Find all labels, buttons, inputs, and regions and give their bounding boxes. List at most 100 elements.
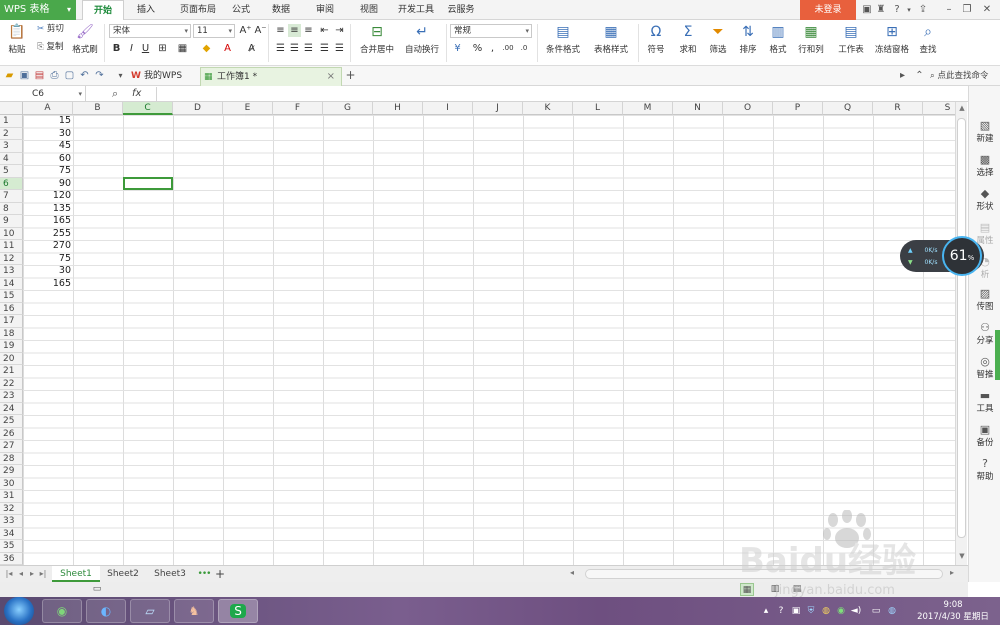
- spreadsheet-grid[interactable]: A B C D E F G H I J K L M N O P Q R S 1 2 3 4 5 6 7 8 9 10 11 12 13 14 15…: [0, 102, 955, 565]
- cell-a7[interactable]: 120: [23, 190, 73, 203]
- save-icon[interactable]: ▣: [18, 69, 31, 82]
- cell-a11[interactable]: 270: [23, 240, 73, 253]
- row-header-2[interactable]: 2: [0, 127, 23, 140]
- row-header-3[interactable]: 3: [0, 140, 23, 153]
- sum-button[interactable]: Σ 求和: [674, 23, 702, 55]
- row-header-9[interactable]: 9: [0, 215, 23, 228]
- cell-a13[interactable]: 30: [23, 265, 73, 278]
- chevron-down-icon[interactable]: ▾: [902, 3, 916, 17]
- export-pdf-icon[interactable]: ▤: [33, 69, 46, 82]
- merge-center-button[interactable]: ⊟ 合并居中: [355, 23, 399, 55]
- row-header-24[interactable]: 24: [0, 402, 23, 415]
- tray-shield-icon[interactable]: ⛨: [805, 605, 817, 617]
- justify-icon[interactable]: ☰: [318, 42, 331, 55]
- row-header-6[interactable]: 6: [0, 177, 23, 190]
- cell-a2[interactable]: 30: [23, 128, 73, 141]
- decrease-font-icon[interactable]: A⁻: [254, 24, 267, 37]
- app-menu-button[interactable]: WPS 表格 ▾: [0, 0, 76, 20]
- select-all-corner[interactable]: [0, 102, 23, 115]
- percent-button[interactable]: %: [471, 42, 484, 55]
- symbol-button[interactable]: Ω 符号: [642, 23, 670, 55]
- column-header-f[interactable]: F: [273, 102, 323, 115]
- add-sheet-button[interactable]: +: [213, 566, 227, 582]
- align-center-icon[interactable]: ☰: [288, 42, 301, 55]
- row-header-36[interactable]: 36: [0, 552, 23, 565]
- align-right-icon[interactable]: ☰: [302, 42, 315, 55]
- row-header-1[interactable]: 1: [0, 115, 23, 128]
- start-button[interactable]: [4, 597, 34, 625]
- tab-page-layout[interactable]: 页面布局: [172, 0, 224, 20]
- redo-icon[interactable]: ↷: [93, 69, 106, 82]
- underline-button[interactable]: U: [139, 42, 152, 55]
- column-header-a[interactable]: A: [23, 102, 73, 115]
- find-button[interactable]: ⌕ 查找: [914, 23, 942, 55]
- fill-color-icon[interactable]: ◆: [200, 42, 213, 55]
- column-header-p[interactable]: P: [773, 102, 823, 115]
- column-header-k[interactable]: K: [523, 102, 573, 115]
- tab-review[interactable]: 审阅: [310, 0, 340, 20]
- copy-button[interactable]: ⎘ 复制: [37, 40, 64, 54]
- cell-a14[interactable]: 165: [23, 278, 73, 291]
- cell-a1[interactable]: 15: [23, 115, 73, 128]
- tray-360-icon[interactable]: ◉: [835, 605, 847, 617]
- cell-a12[interactable]: 75: [23, 253, 73, 266]
- undo-icon[interactable]: ↶: [78, 69, 91, 82]
- row-header-5[interactable]: 5: [0, 165, 23, 178]
- table-style-button[interactable]: ▦ 表格样式: [588, 23, 634, 55]
- freeze-panes-button[interactable]: ⊞ 冻结窗格: [872, 23, 912, 55]
- login-button[interactable]: 未登录: [800, 0, 856, 20]
- next-sheet-icon[interactable]: ▸: [27, 568, 37, 580]
- row-header-29[interactable]: 29: [0, 465, 23, 478]
- open-folder-icon[interactable]: ▰: [3, 69, 16, 82]
- doc-tab-workbook[interactable]: ▦ 工作簿1 * ×: [200, 67, 342, 86]
- row-header-11[interactable]: 11: [0, 240, 23, 253]
- align-top-icon[interactable]: ≡: [274, 24, 287, 37]
- row-header-33[interactable]: 33: [0, 515, 23, 528]
- print-icon[interactable]: ⎙: [48, 69, 61, 82]
- lock-icon[interactable]: ▣: [860, 3, 874, 17]
- font-name-select[interactable]: 宋体 ▾: [109, 24, 191, 38]
- prev-sheet-icon[interactable]: ◂: [16, 568, 26, 580]
- expand-ribbon-icon[interactable]: ⌃: [913, 69, 926, 82]
- cut-button[interactable]: ✂ 剪切: [37, 22, 64, 36]
- align-middle-icon[interactable]: ≡: [288, 24, 301, 37]
- cell-a3[interactable]: 45: [23, 140, 73, 153]
- fill-pattern-icon[interactable]: ▦: [176, 42, 189, 55]
- vertical-scroll-thumb[interactable]: [957, 118, 966, 538]
- increase-decimal-button[interactable]: .00: [500, 42, 516, 55]
- tray-help-icon[interactable]: ?: [775, 605, 787, 617]
- cell-a10[interactable]: 255: [23, 228, 73, 241]
- scroll-right-icon[interactable]: ▸: [950, 568, 960, 580]
- row-header-22[interactable]: 22: [0, 377, 23, 390]
- sort-button[interactable]: ⇅ 排序: [734, 23, 762, 55]
- cell-a9[interactable]: 165: [23, 215, 73, 228]
- thousands-button[interactable]: ,: [486, 42, 499, 55]
- column-header-h[interactable]: H: [373, 102, 423, 115]
- font-size-select[interactable]: 11 ▾: [193, 24, 235, 38]
- sheet-tab-2[interactable]: Sheet2: [100, 566, 146, 582]
- row-header-20[interactable]: 20: [0, 352, 23, 365]
- tab-insert[interactable]: 插入: [130, 0, 162, 20]
- row-header-12[interactable]: 12: [0, 252, 23, 265]
- increase-font-icon[interactable]: A⁺: [239, 24, 252, 37]
- panel-collapse-handle[interactable]: [995, 330, 1000, 380]
- column-header-o[interactable]: O: [723, 102, 773, 115]
- row-header-27[interactable]: 27: [0, 440, 23, 453]
- side-panel-new[interactable]: ▧ 新建: [969, 116, 1000, 150]
- cell-a4[interactable]: 60: [23, 153, 73, 166]
- active-cell-c6[interactable]: [123, 177, 173, 190]
- chevron-down-icon[interactable]: ▾: [114, 69, 127, 82]
- row-header-21[interactable]: 21: [0, 365, 23, 378]
- row-header-35[interactable]: 35: [0, 540, 23, 553]
- row-header-14[interactable]: 14: [0, 277, 23, 290]
- first-sheet-icon[interactable]: |◂: [4, 568, 14, 580]
- column-header-i[interactable]: I: [423, 102, 473, 115]
- indent-decrease-icon[interactable]: ⇤: [318, 24, 331, 37]
- currency-icon[interactable]: ¥: [451, 42, 464, 55]
- normal-view-icon[interactable]: ▦: [740, 583, 754, 596]
- tray-volume-icon[interactable]: ◄): [850, 605, 862, 617]
- tab-home[interactable]: 开始: [82, 0, 124, 21]
- last-sheet-icon[interactable]: ▸|: [38, 568, 48, 580]
- format-button[interactable]: ▥ 格式: [764, 23, 792, 55]
- skin-icon[interactable]: ♜: [874, 3, 888, 17]
